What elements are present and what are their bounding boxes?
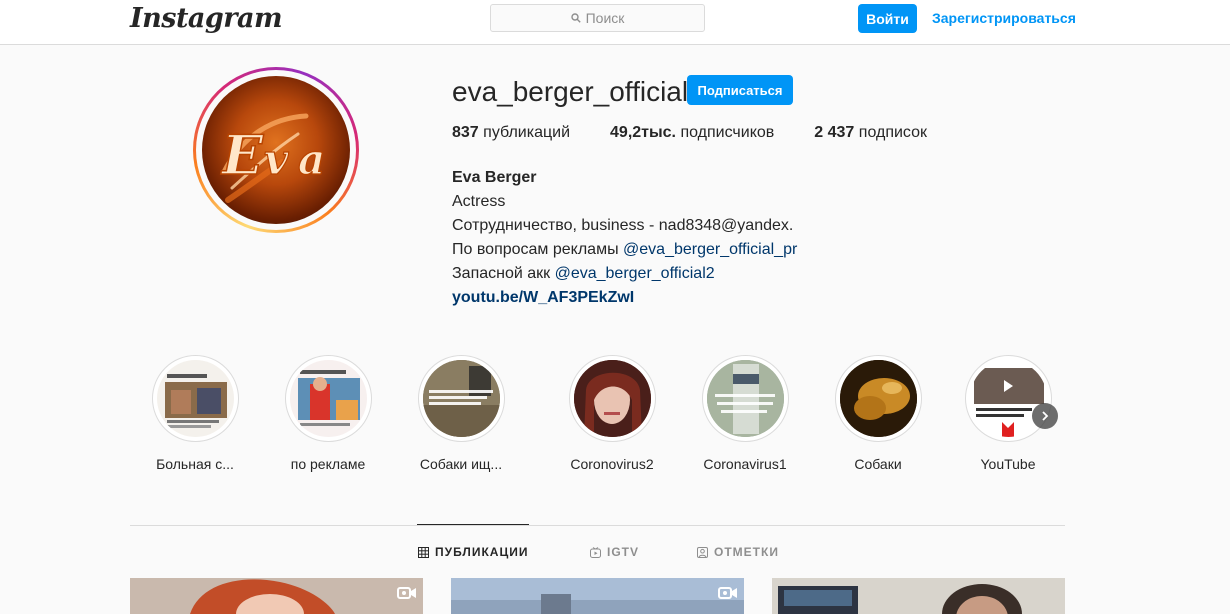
chevron-right-icon — [1042, 411, 1049, 421]
post-thumbnail — [451, 578, 744, 614]
svg-text:a: a — [298, 135, 325, 184]
profile-stats: 837 публикаций 49,2тыс. подписчиков 2 43… — [452, 124, 967, 142]
highlight-label: Coronovirus2 — [570, 456, 654, 472]
highlight-item[interactable]: по рекламе — [263, 355, 393, 472]
highlight-cover — [422, 360, 500, 437]
svg-text:v: v — [264, 135, 289, 184]
highlight-label: Больная с... — [156, 456, 234, 472]
post-tile[interactable] — [451, 578, 744, 614]
story-highlights: Больная с... по рекламе Собаки ищ... Cor… — [130, 355, 1065, 475]
followers-label: подписчиков — [680, 124, 775, 141]
highlight-ring — [964, 355, 1052, 442]
post-thumbnail — [130, 578, 423, 614]
tab-igtv[interactable]: IGTV — [590, 545, 639, 559]
follow-button[interactable]: Подписаться — [687, 75, 793, 105]
search-input[interactable]: Поиск — [490, 4, 705, 32]
tab-posts-label: ПУБЛИКАЦИИ — [435, 545, 529, 559]
highlight-cover — [969, 360, 1047, 437]
tabs-divider — [130, 525, 1065, 526]
profile-category: Actress — [452, 193, 506, 210]
profile-username: eva_berger_official — [452, 76, 689, 107]
highlight-label: по рекламе — [290, 456, 366, 472]
eva-logo-avatar: E v a — [219, 113, 326, 203]
following-stat[interactable]: 2 437 подписок — [814, 124, 927, 142]
highlight-cover — [573, 360, 651, 437]
highlight-cover — [289, 360, 367, 437]
highlight-ring — [284, 355, 372, 442]
login-button[interactable]: Войти — [858, 4, 917, 33]
bio-backup-prefix: Запасной акк — [452, 265, 555, 282]
video-camera-icon — [397, 587, 416, 599]
search-placeholder: Поиск — [585, 10, 625, 26]
active-tab-indicator — [417, 524, 529, 525]
highlight-cover — [706, 360, 784, 437]
signup-link[interactable]: Зарегистрироваться — [932, 10, 1076, 26]
highlight-item[interactable]: Собаки — [813, 355, 943, 472]
profile-full-name: Eva Berger — [452, 169, 537, 186]
avatar-story-ring[interactable]: E v a — [193, 67, 359, 233]
instagram-logo[interactable]: Instagram — [130, 3, 283, 34]
tab-igtv-label: IGTV — [607, 545, 640, 559]
followers-stat[interactable]: 49,2тыс. подписчиков — [610, 124, 774, 142]
highlight-item[interactable]: Coronovirus2 — [547, 355, 677, 472]
igtv-icon — [590, 546, 601, 558]
video-camera-icon — [718, 587, 737, 599]
tab-posts[interactable]: ПУБЛИКАЦИИ — [418, 545, 528, 559]
post-tile[interactable] — [772, 578, 1065, 614]
highlight-ring — [834, 355, 922, 442]
bio-backup-mention-link[interactable]: @eva_berger_official2 — [555, 265, 715, 282]
highlight-label: Coronavirus1 — [703, 456, 787, 472]
tab-tagged[interactable]: ОТМЕТКИ — [697, 545, 779, 559]
grid-icon — [418, 546, 429, 558]
top-navigation: Instagram Поиск Войти Зарегистрироваться — [0, 0, 1230, 45]
highlight-label: YouTube — [980, 456, 1036, 472]
posts-stat: 837 публикаций — [452, 124, 570, 142]
post-tile[interactable] — [130, 578, 423, 614]
highlight-item[interactable]: Собаки ищ... — [396, 355, 526, 472]
following-label: подписок — [858, 124, 928, 141]
tab-tagged-label: ОТМЕТКИ — [714, 545, 779, 559]
posts-label: публикаций — [483, 124, 571, 141]
bio-line-ads: По вопросам рекламы @eva_berger_official… — [452, 238, 797, 262]
avatar[interactable]: E v a — [202, 76, 350, 224]
highlight-ring — [151, 355, 239, 442]
followers-count: 49,2тыс. — [610, 124, 676, 141]
bio-line-business: Сотрудничество, business - nad8348@yande… — [452, 217, 794, 234]
highlight-ring — [701, 355, 789, 442]
bio-external-url[interactable]: youtu.be/W_AF3PEkZwI — [452, 286, 797, 310]
tagged-icon — [697, 546, 708, 558]
following-count: 2 437 — [814, 124, 855, 141]
bio-ads-mention-link[interactable]: @eva_berger_official_pr — [623, 241, 797, 258]
highlight-label: Собаки ищ... — [419, 456, 503, 472]
highlights-next-button[interactable] — [1032, 403, 1058, 429]
highlight-item[interactable]: Coronavirus1 — [680, 355, 810, 472]
bio-line-backup: Запасной акк @eva_berger_official2 — [452, 262, 797, 286]
highlight-cover — [156, 360, 234, 437]
highlight-cover — [839, 360, 917, 437]
highlight-item[interactable]: Больная с... — [130, 355, 260, 472]
posts-count: 837 — [452, 124, 479, 141]
profile-bio: Eva Berger Actress Сотрудничество, busin… — [452, 166, 797, 310]
svg-text:E: E — [220, 123, 264, 187]
bio-ads-prefix: По вопросам рекламы — [452, 241, 624, 258]
highlight-ring — [568, 355, 656, 442]
search-icon — [570, 13, 581, 23]
highlight-label: Собаки — [854, 456, 902, 472]
highlight-ring — [417, 355, 505, 442]
post-thumbnail — [772, 578, 1065, 614]
